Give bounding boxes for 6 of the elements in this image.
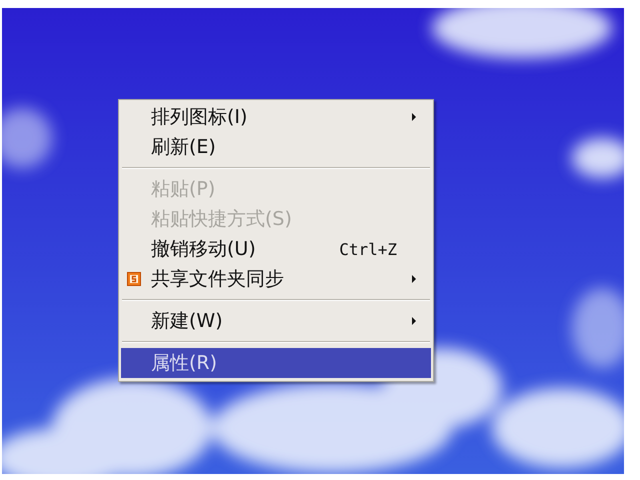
- menu-item[interactable]: 刷新(E): [121, 132, 431, 162]
- menu-item[interactable]: 共享文件夹同步: [121, 264, 431, 294]
- menu-item[interactable]: 撤销移动(U) Ctrl+Z: [121, 234, 431, 264]
- menu-item[interactable]: 属性(R): [121, 348, 431, 378]
- menu-item[interactable]: 排列图标(I): [121, 102, 431, 132]
- menu-item[interactable]: 新建(W): [121, 306, 431, 336]
